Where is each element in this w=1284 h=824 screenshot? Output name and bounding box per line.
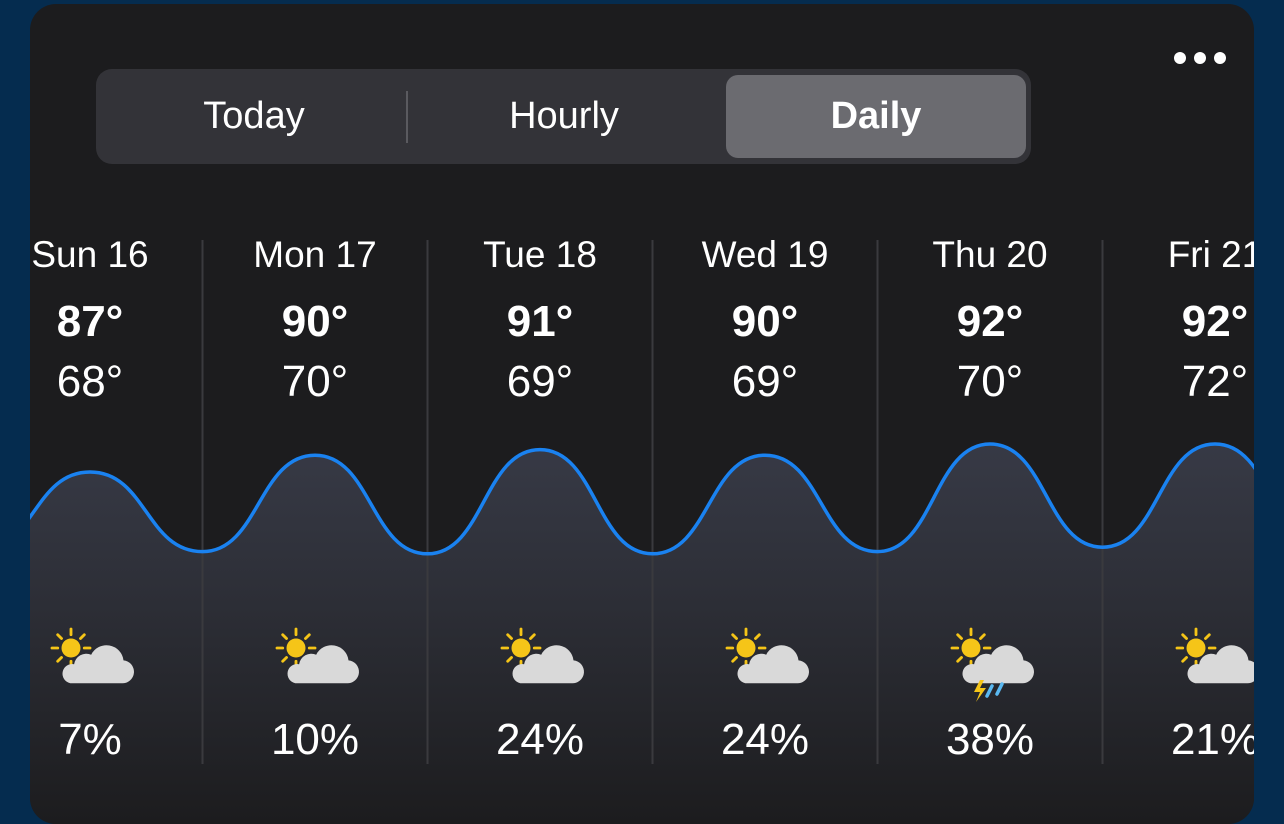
high-temp: 90°	[282, 297, 349, 346]
high-temp: 90°	[732, 297, 799, 346]
high-temp: 92°	[957, 297, 1024, 346]
low-temp: 69°	[732, 357, 799, 406]
day-label: Thu 20	[932, 234, 1047, 275]
day-label: Fri 21	[1168, 234, 1254, 275]
precip-chance: 38%	[946, 715, 1034, 764]
low-temp: 70°	[282, 357, 349, 406]
day-label: Tue 18	[483, 234, 597, 275]
daily-forecast-card: Today Hourly Daily Sun 16 87° 68° 7% Mon…	[30, 4, 1254, 824]
precip-chance: 24%	[721, 715, 809, 764]
daily-temperature-chart: Sun 16 87° 68° 7% Mon 17 90° 70° 10% Tue 18 91° 69…	[30, 234, 1254, 824]
high-temp: 87°	[57, 297, 124, 346]
low-temp: 72°	[1182, 357, 1249, 406]
high-temp: 92°	[1182, 297, 1249, 346]
day-label: Wed 19	[702, 234, 829, 275]
day-label: Sun 16	[31, 234, 148, 275]
precip-chance: 7%	[58, 715, 122, 764]
low-temp: 68°	[57, 357, 124, 406]
temperature-area	[30, 444, 1254, 824]
low-temp: 70°	[957, 357, 1024, 406]
precip-chance: 21%	[1171, 715, 1254, 764]
precip-chance: 24%	[496, 715, 584, 764]
low-temp: 69°	[507, 357, 574, 406]
high-temp: 91°	[507, 297, 574, 346]
precip-chance: 10%	[271, 715, 359, 764]
day-label: Mon 17	[253, 234, 376, 275]
